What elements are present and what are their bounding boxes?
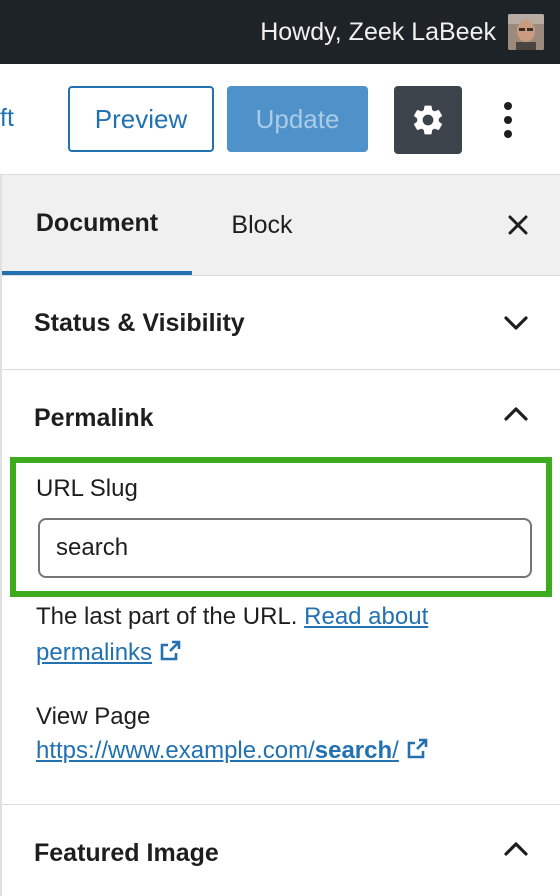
status-visibility-title: Status & Visibility	[34, 309, 245, 337]
settings-sidebar: Document Block Status & Visibility Perma…	[0, 175, 560, 896]
featured-image-panel[interactable]: Featured Image	[2, 805, 560, 896]
update-button[interactable]: Update	[227, 86, 368, 152]
editor-header: ft Preview Update	[0, 64, 560, 175]
close-sidebar-button[interactable]	[498, 205, 538, 245]
vertical-ellipsis-icon	[504, 102, 512, 138]
external-link-icon	[160, 640, 181, 661]
external-link-icon	[407, 738, 428, 759]
url-slug-input[interactable]	[38, 518, 532, 578]
sidebar-tabs: Document Block	[2, 175, 560, 276]
view-page-link-wrap: https://www.example.com/search/	[36, 737, 429, 765]
featured-image-title: Featured Image	[34, 839, 219, 867]
preview-button[interactable]: Preview	[68, 86, 214, 152]
tab-block[interactable]: Block	[202, 175, 322, 275]
permalink-help-text: The last part of the URL.	[36, 603, 298, 630]
admin-bar: Howdy, Zeek LaBeek	[0, 0, 560, 64]
more-options-button[interactable]	[486, 92, 530, 148]
tab-document[interactable]: Document	[2, 175, 192, 275]
gear-icon	[413, 105, 443, 135]
url-slug-label: URL Slug	[36, 475, 138, 502]
status-visibility-panel[interactable]: Status & Visibility	[2, 275, 560, 370]
close-icon	[508, 215, 528, 235]
chevron-up-icon[interactable]	[502, 400, 530, 428]
avatar[interactable]	[508, 14, 544, 50]
account-greeting[interactable]: Howdy, Zeek LaBeek	[260, 17, 496, 47]
draft-link-partial[interactable]: ft	[0, 104, 14, 133]
view-page-link[interactable]: https://www.example.com/search/	[36, 737, 399, 764]
chevron-up-icon	[504, 842, 528, 856]
avatar-image	[508, 14, 544, 50]
chevron-down-icon	[504, 316, 528, 330]
view-page-label: View Page	[36, 703, 151, 730]
permalink-title[interactable]: Permalink	[34, 404, 154, 433]
settings-button[interactable]	[394, 86, 462, 154]
permalink-help: The last part of the URL. Read about per…	[36, 599, 536, 671]
